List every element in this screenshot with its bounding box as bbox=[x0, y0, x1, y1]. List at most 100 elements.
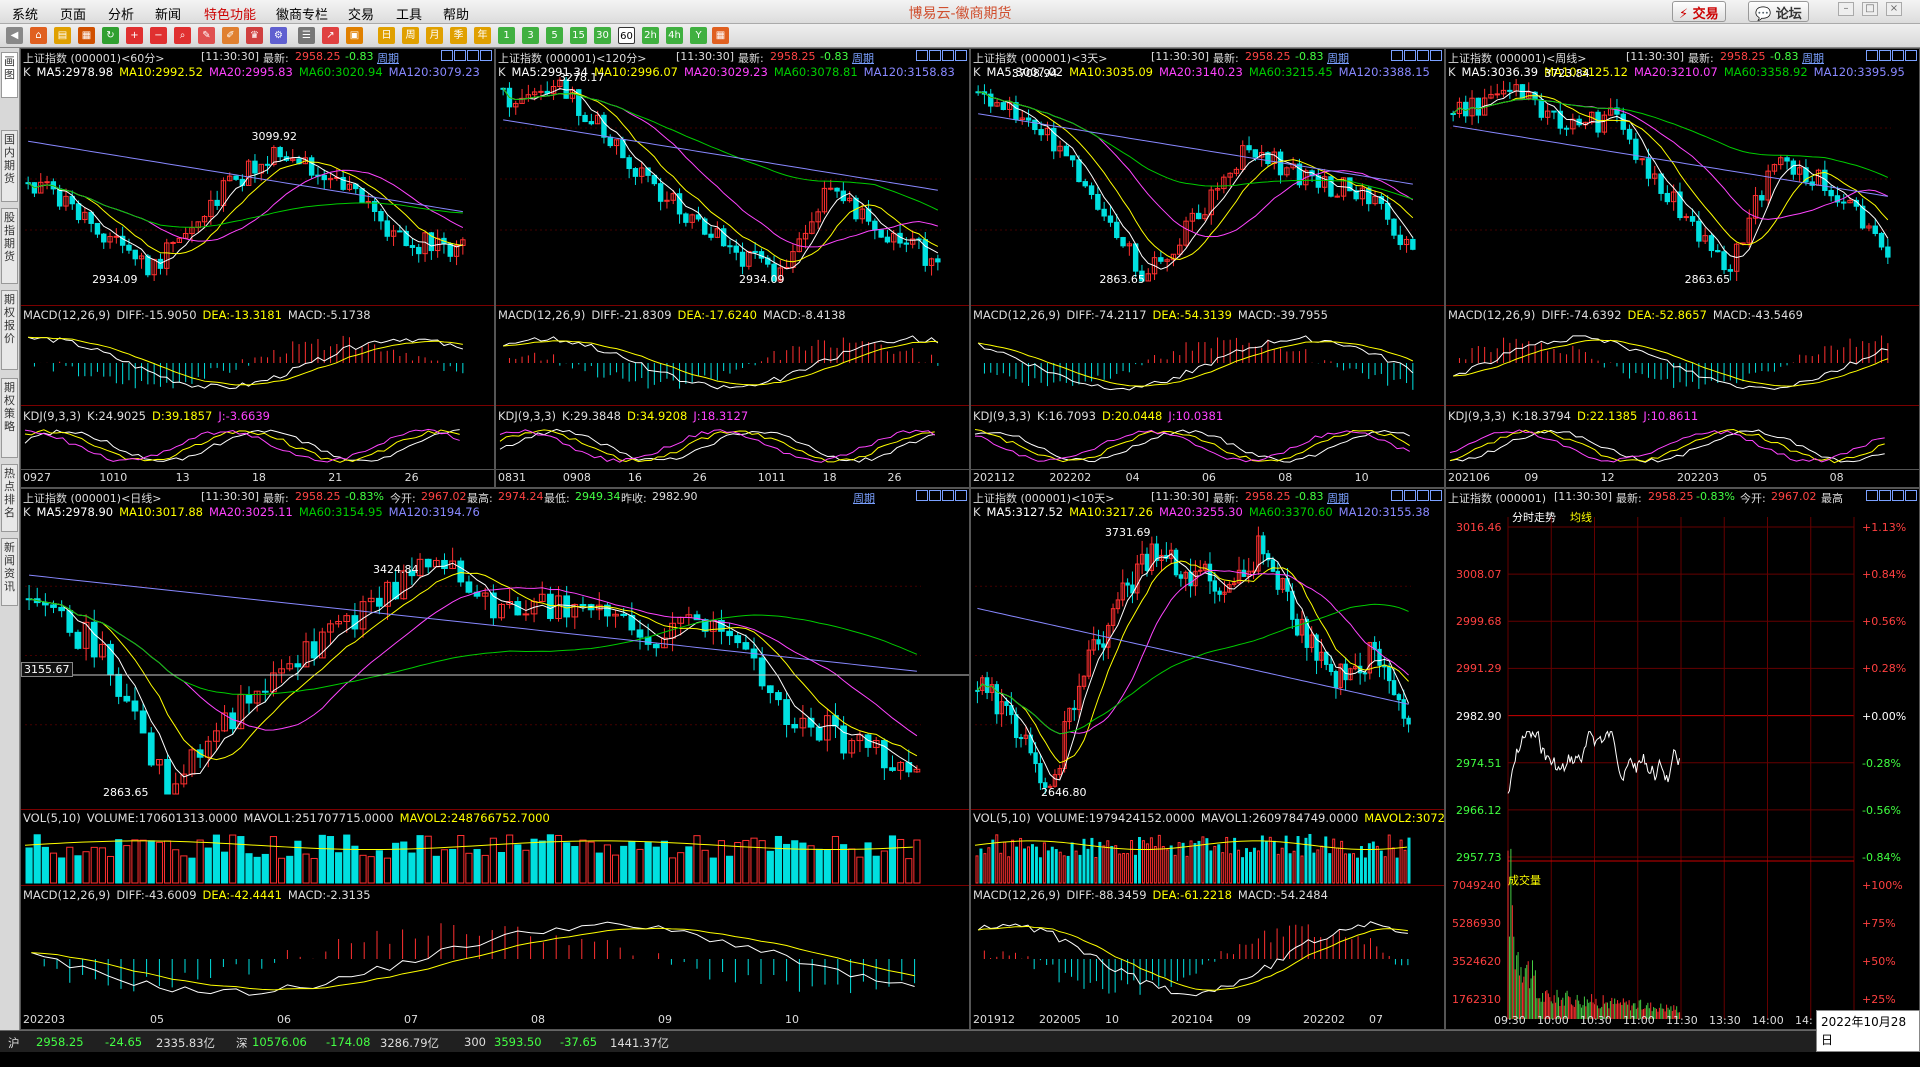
period-button[interactable]: Y bbox=[690, 27, 707, 44]
volume-bar bbox=[66, 846, 74, 884]
back-icon[interactable]: ◀ bbox=[6, 27, 23, 44]
volume-bar bbox=[905, 858, 913, 884]
pen-icon[interactable]: ✎ bbox=[198, 27, 215, 44]
volume-bar bbox=[416, 835, 424, 884]
chart-panel-p3d[interactable]: 上证指数 (000001)<3天> [11:30:30] 最新: 2958.25… bbox=[970, 48, 1445, 488]
volume-bar bbox=[82, 851, 90, 884]
volume-bar bbox=[1284, 835, 1288, 884]
candle-body bbox=[522, 613, 530, 616]
close-icon[interactable]: × bbox=[1886, 2, 1902, 16]
zoom-in-icon[interactable]: + bbox=[126, 27, 143, 44]
volume-bar bbox=[253, 856, 261, 884]
volume-bar bbox=[1233, 837, 1237, 884]
volume-bar bbox=[1217, 844, 1221, 884]
news-icon[interactable]: ▦ bbox=[78, 27, 95, 44]
daily-chart-panel[interactable]: 上证指数 (000001)<日线> [11:30:30] 最新: 2958.25… bbox=[20, 488, 970, 1030]
minimize-icon[interactable]: – bbox=[1838, 2, 1854, 16]
tenday-chart-panel[interactable]: 上证指数 (000001)<10天> [11:30:30] 最新: 2958.2… bbox=[970, 488, 1445, 1030]
volume-bar bbox=[1363, 857, 1367, 884]
home-icon[interactable]: ⌂ bbox=[30, 27, 47, 44]
candle-body bbox=[1261, 535, 1266, 555]
candle-body bbox=[131, 700, 139, 712]
pct-label: +0.56% bbox=[1862, 615, 1907, 629]
period-button[interactable]: 4h bbox=[666, 27, 683, 44]
volume-bar bbox=[1185, 855, 1189, 884]
refresh-icon[interactable]: ↻ bbox=[102, 27, 119, 44]
period-button[interactable]: 日 bbox=[378, 27, 395, 44]
period-button[interactable]: 季 bbox=[450, 27, 467, 44]
candle-body bbox=[579, 604, 587, 607]
side-tab[interactable]: 热点排名 bbox=[1, 464, 18, 532]
chart-panel-p60[interactable]: 上证指数 (000001)<60分> [11:30:30] 最新: 2958.2… bbox=[20, 48, 495, 488]
side-tab[interactable]: 国内期货 bbox=[1, 130, 18, 202]
menu-system[interactable]: 系统 bbox=[12, 4, 38, 23]
volume-bar bbox=[465, 852, 473, 884]
time-label: 11:30 bbox=[1666, 1014, 1698, 1027]
ma-line bbox=[27, 160, 463, 255]
side-tab[interactable]: 期权策略 bbox=[1, 378, 18, 458]
daily-candlestick-chart[interactable] bbox=[21, 489, 970, 1030]
chart-icon[interactable]: ↗ bbox=[322, 27, 339, 44]
period-button[interactable]: 年 bbox=[474, 27, 491, 44]
candle-body bbox=[1872, 225, 1878, 234]
volume-bar bbox=[1336, 847, 1340, 884]
high-label: 3723.84 bbox=[1544, 67, 1590, 81]
x-axis-label: 08 bbox=[1829, 471, 1844, 484]
menu-news[interactable]: 新闻 bbox=[155, 4, 181, 23]
period-button[interactable]: 月 bbox=[426, 27, 443, 44]
tenday-candlestick-chart[interactable] bbox=[971, 489, 1445, 1030]
period-button[interactable]: 周 bbox=[402, 27, 419, 44]
candle-body bbox=[233, 175, 239, 180]
volume-bar bbox=[1371, 841, 1375, 884]
side-tab[interactable]: 股指期货 bbox=[1, 208, 18, 284]
candle-body bbox=[1207, 563, 1213, 582]
period-button[interactable]: 2h bbox=[642, 27, 659, 44]
ma120-line bbox=[28, 140, 463, 213]
x-axis-label: 26 bbox=[692, 471, 707, 484]
side-tab[interactable]: 画图 bbox=[1, 52, 18, 98]
calendar-icon[interactable]: ▦ bbox=[712, 27, 729, 44]
trade-button[interactable]: ⚡ 交易 bbox=[1672, 1, 1726, 22]
candle-body bbox=[1841, 201, 1847, 204]
chart-panel-p120[interactable]: 上证指数 (000001)<120分> [11:30:30] 最新: 2958.… bbox=[495, 48, 970, 488]
volume-bar bbox=[1082, 838, 1086, 884]
chart-panel-pwk[interactable]: 上证指数 (000001)<周线> [11:30:30] 最新: 2958.25… bbox=[1445, 48, 1920, 488]
menu-trade[interactable]: 交易 bbox=[348, 4, 374, 23]
period-button[interactable]: 30 bbox=[594, 27, 611, 44]
candle-body bbox=[1366, 187, 1372, 205]
period-button[interactable]: 1 bbox=[498, 27, 515, 44]
side-tab[interactable]: 期权报价 bbox=[1, 290, 18, 370]
draw-tool-icon[interactable]: ⚙ bbox=[270, 27, 287, 44]
x-axis-label: 1011 bbox=[757, 471, 786, 484]
volume-bar bbox=[1391, 847, 1395, 884]
side-tab[interactable]: 新闻资讯 bbox=[1, 538, 18, 606]
volume-bar bbox=[1050, 846, 1054, 884]
menu-page[interactable]: 页面 bbox=[60, 4, 86, 23]
zoom-out-icon[interactable]: − bbox=[150, 27, 167, 44]
brush-icon[interactable]: ✐ bbox=[222, 27, 239, 44]
menu-column[interactable]: 徽商专栏 bbox=[276, 4, 328, 23]
x-axis-label: 26 bbox=[887, 471, 902, 484]
candle-body bbox=[889, 767, 896, 771]
period-button[interactable]: 60 bbox=[618, 27, 635, 44]
intraday-chart[interactable] bbox=[1446, 489, 1920, 1030]
period-button[interactable]: 5 bbox=[546, 27, 563, 44]
menu-analysis[interactable]: 分析 bbox=[108, 4, 134, 23]
period-button[interactable]: 3 bbox=[522, 27, 539, 44]
menu-help[interactable]: 帮助 bbox=[443, 4, 469, 23]
intraday-panel[interactable]: 上证指数 (000001) [11:30:30] 最新: 2958.25 -0.… bbox=[1445, 488, 1920, 1030]
kdj-legend: KDJ(9,3,3) K:18.3794 D:22.1385 J:10.8611 bbox=[1448, 409, 1699, 423]
candle-body bbox=[1639, 158, 1645, 161]
period-button[interactable]: 15 bbox=[570, 27, 587, 44]
forum-button[interactable]: 💬 论坛 bbox=[1748, 1, 1809, 22]
menu-tools[interactable]: 工具 bbox=[396, 4, 422, 23]
search-icon[interactable]: ⌕ bbox=[174, 27, 191, 44]
volume-bar bbox=[840, 844, 848, 884]
list-icon[interactable]: ☰ bbox=[298, 27, 315, 44]
candle-body bbox=[620, 613, 628, 616]
menu-features[interactable]: 特色功能 bbox=[204, 4, 256, 23]
book-icon[interactable]: ▤ bbox=[54, 27, 71, 44]
maximize-icon[interactable]: □ bbox=[1862, 2, 1878, 16]
trophy-icon[interactable]: ♛ bbox=[246, 27, 263, 44]
calc-icon[interactable]: ▣ bbox=[346, 27, 363, 44]
